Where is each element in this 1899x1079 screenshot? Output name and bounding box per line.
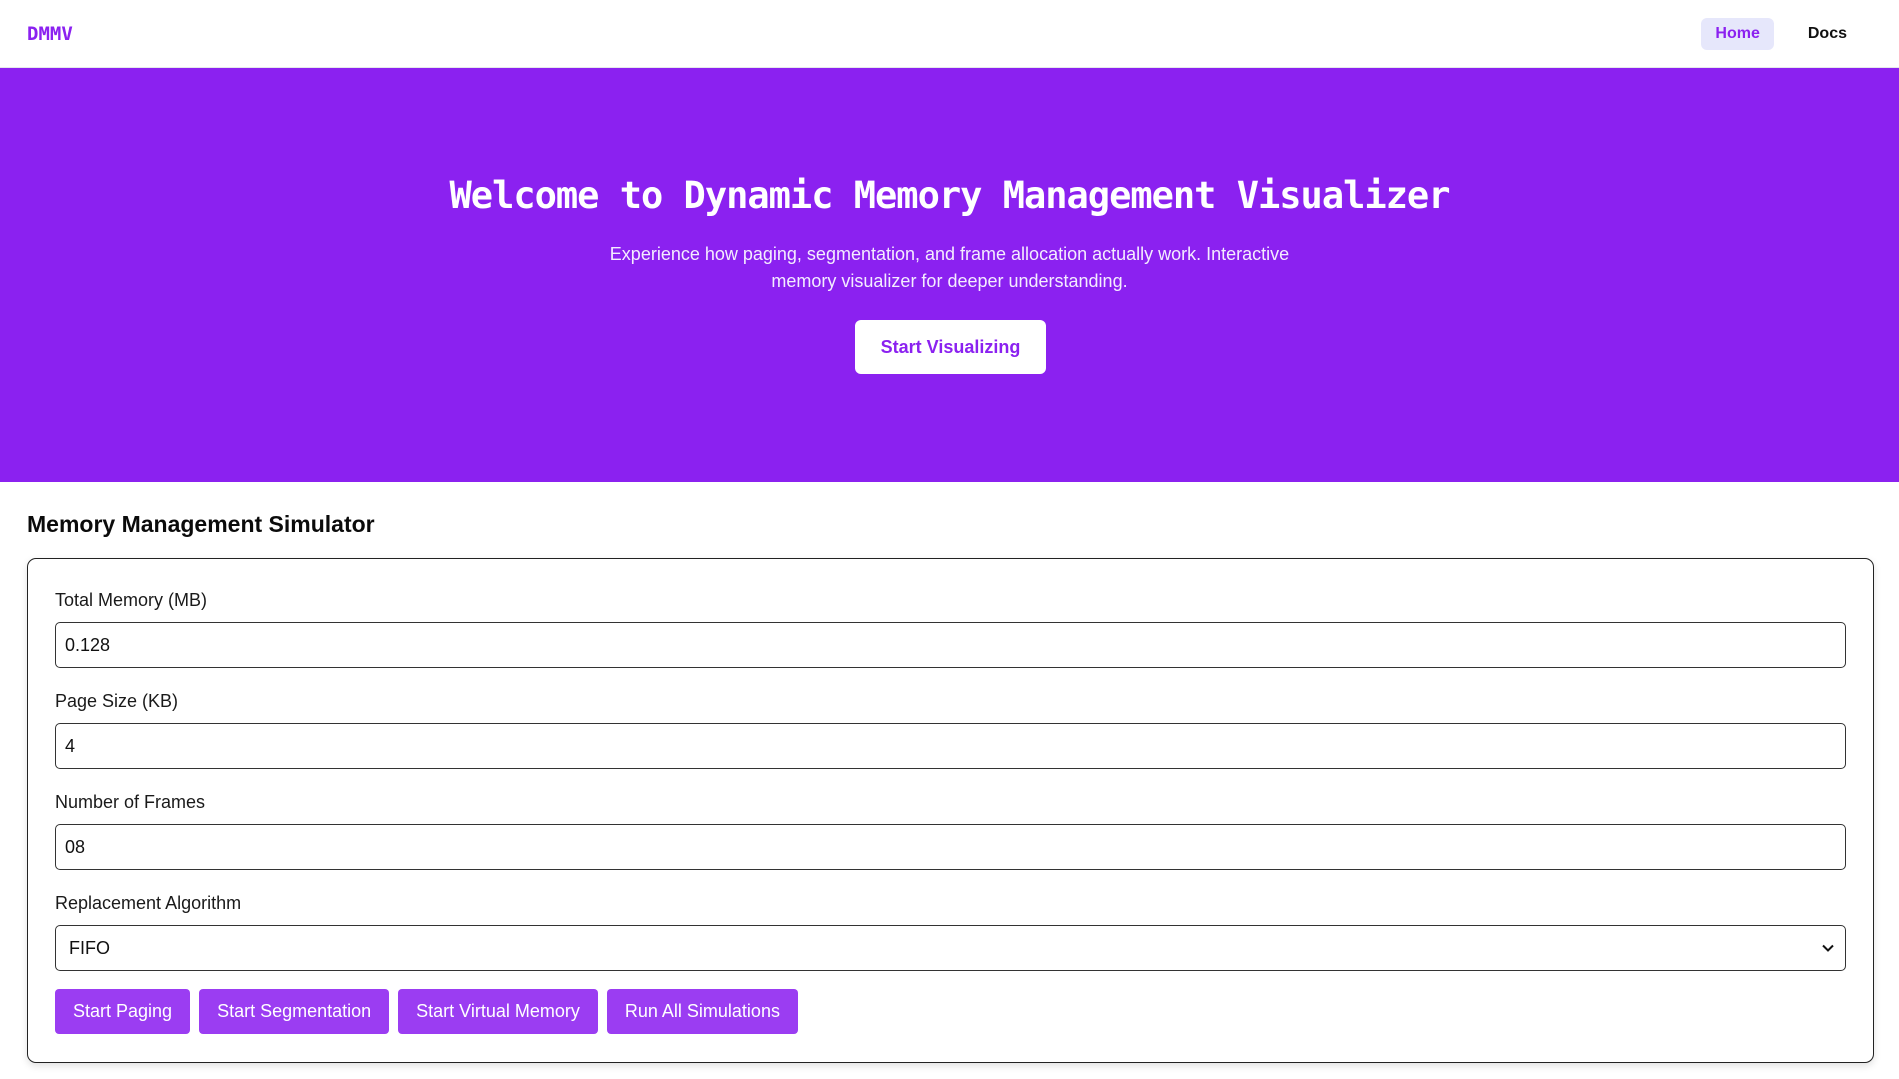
nav-links: Home Docs [1701,17,1861,50]
start-paging-button[interactable]: Start Paging [55,989,191,1034]
hero-subtitle: Experience how paging, segmentation, and… [609,244,1290,291]
algorithm-label: Replacement Algorithm [55,893,242,913]
start-virtual-memory-button[interactable]: Start Virtual Memory [398,989,598,1034]
algorithm-select[interactable]: FIFO [55,925,1846,971]
frames-input[interactable] [55,824,1846,870]
chevron-down-icon [1821,941,1835,955]
logo[interactable]: DMMV [27,23,73,45]
run-all-simulations-button[interactable]: Run All Simulations [606,989,798,1034]
algorithm-selected-value: FIFO [69,937,110,958]
simulator-title: Memory Management Simulator [27,511,375,537]
page-size-input[interactable] [55,723,1846,769]
nav-link-docs[interactable]: Docs [1794,18,1861,50]
total-memory-label: Total Memory (MB) [55,590,208,610]
frames-label: Number of Frames [55,792,206,812]
start-segmentation-button[interactable]: Start Segmentation [199,989,390,1034]
simulator-card: Total Memory (MB) Page Size (KB) Number … [27,558,1874,1063]
page-size-label: Page Size (KB) [55,691,179,711]
start-visualizing-button[interactable]: Start Visualizing [855,320,1046,374]
hero-banner: Welcome to Dynamic Memory Management Vis… [0,68,1899,482]
nav-link-home[interactable]: Home [1701,17,1774,50]
hero-title: Welcome to Dynamic Memory Management Vis… [449,174,1451,217]
action-buttons: Start Paging Start Segmentation Start Vi… [55,989,798,1034]
total-memory-input[interactable] [55,622,1846,668]
navbar: DMMV Home Docs [0,0,1899,68]
